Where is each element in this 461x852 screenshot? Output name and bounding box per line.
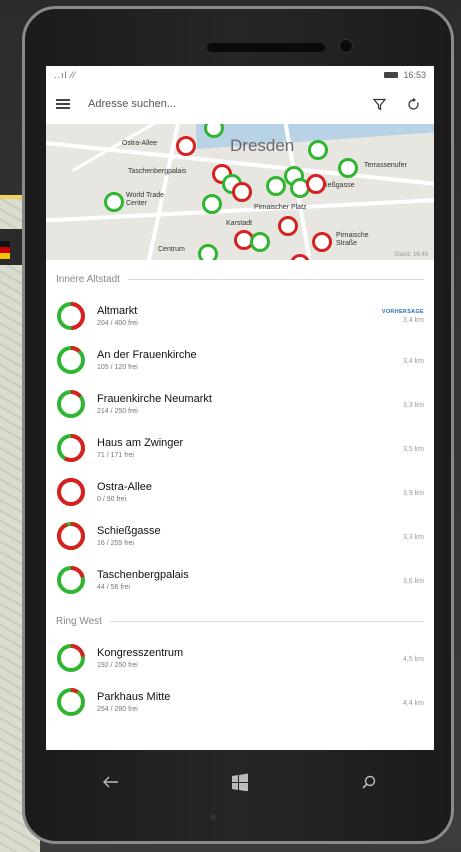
map-pin[interactable] [176,136,196,156]
list-item[interactable]: Kongresszentrum 192 / 250 frei 4,5 km [56,636,424,680]
parking-free-spaces: 0 / 90 frei [97,496,127,503]
parking-distance: 3,4 km [402,357,424,365]
section-divider [109,620,424,622]
battery-icon [384,72,399,78]
forecast-badge[interactable]: VORHERSAGE [354,309,424,315]
parking-name: Schießgasse [97,525,161,537]
map-pin[interactable] [338,158,358,178]
section-header: Ring West [56,606,424,636]
map-pin[interactable] [232,182,252,202]
map-pin[interactable] [198,244,218,260]
map-timestamp: Stand: 16:49 [393,252,428,258]
parking-map[interactable]: Dresden Ostra-Allee Taschenbergpalais Wo… [46,124,434,260]
map-pin[interactable] [306,174,326,194]
parking-free-spaces: 204 / 400 frei [97,320,138,327]
parking-list: Innere Altstadt Altmarkt 204 / 400 frei VOR… [46,264,434,724]
occupancy-ring-icon [57,390,85,418]
occupancy-ring-icon [57,302,85,330]
windows-nav-bar [46,752,434,812]
parking-free-spaces: 192 / 250 frei [97,662,138,669]
parking-distance: 3,3 km [402,401,424,409]
section-divider [127,278,424,280]
parking-name: Ostra-Allee [97,481,153,493]
parking-name: Taschenbergpalais [97,569,189,581]
list-item[interactable]: Parkhaus Mitte 254 / 280 frei 4,4 km [56,680,424,724]
parking-name: Haus am Zwinger [97,437,184,449]
occupancy-ring-icon [57,478,85,506]
filter-icon[interactable] [368,93,390,115]
map-pin[interactable] [250,232,270,252]
parking-free-spaces: 71 / 171 frei [97,452,134,459]
speaker-grille [207,43,325,52]
parking-name: An der Frauenkirche [97,349,197,361]
map-pin[interactable] [104,192,124,212]
occupancy-ring-icon [57,346,85,374]
parking-free-spaces: 254 / 280 frei [97,706,138,713]
back-arrow-icon[interactable] [91,762,131,802]
section-title: Innere Altstadt [56,273,120,285]
status-bar: ..ıl ⁄⁄ 16:53 [46,66,434,84]
status-time: 16:53 [403,70,426,80]
search-icon[interactable] [349,762,389,802]
list-item[interactable]: Ostra-Allee 0 / 90 frei 3,9 km [56,470,424,514]
parking-distance: 3,3 km [402,533,424,541]
parking-distance: 4,5 km [402,655,424,663]
occupancy-ring-icon [57,566,85,594]
phone-sensor [210,814,216,820]
parking-distance: 4,4 km [402,699,424,707]
map-pin[interactable] [312,232,332,252]
refresh-icon[interactable] [402,93,424,115]
parking-free-spaces: 214 / 250 frei [97,408,138,415]
list-item[interactable]: Frauenkirche Neumarkt 214 / 250 frei 3,3 k… [56,382,424,426]
list-item[interactable]: Altmarkt 204 / 400 frei VORHERSAGE 3,4 km [56,294,424,338]
parking-name: Kongresszentrum [97,647,184,659]
hamburger-menu-icon[interactable] [56,99,70,109]
map-pin[interactable] [266,176,286,196]
top-bar [46,84,434,124]
parking-distance: 3,9 km [402,489,424,497]
list-item[interactable]: An der Frauenkirche 105 / 120 frei 3,4 km [56,338,424,382]
parking-distance: 3,4 km [402,316,424,324]
app-screen: ..ıl ⁄⁄ 16:53 Dresden Ostra-Allee Tasche… [46,66,434,750]
parking-name: Parkhaus Mitte [97,691,171,703]
map-city-label: Dresden [230,136,295,155]
section-header: Innere Altstadt [56,264,424,294]
occupancy-ring-icon [57,522,85,550]
list-item[interactable]: Taschenbergpalais 44 / 56 frei 3,6 km [56,558,424,602]
map-pin[interactable] [278,216,298,236]
occupancy-ring-icon [57,644,85,672]
signal-indicator: ..ıl ⁄⁄ [54,70,77,80]
search-input[interactable] [86,97,356,111]
list-item[interactable]: Haus am Zwinger 71 / 171 frei 3,5 km [56,426,424,470]
parking-free-spaces: 44 / 56 frei [97,584,131,591]
parking-free-spaces: 16 / 255 frei [97,540,134,547]
map-pin[interactable] [202,194,222,214]
occupancy-ring-icon [57,688,85,716]
map-pin[interactable] [308,140,328,160]
parking-name: Altmarkt [97,305,138,317]
parking-distance: 3,5 km [402,445,424,453]
occupancy-ring-icon [57,434,85,462]
windows-start-icon[interactable] [220,762,260,802]
section-title: Ring West [56,615,102,627]
list-item[interactable]: Schießgasse 16 / 255 frei 3,3 km [56,514,424,558]
front-camera [339,39,353,53]
parking-free-spaces: 105 / 120 frei [97,364,138,371]
parking-name: Frauenkirche Neumarkt [97,393,212,405]
german-flag-icon [0,241,10,259]
parking-distance: 3,6 km [402,577,424,585]
